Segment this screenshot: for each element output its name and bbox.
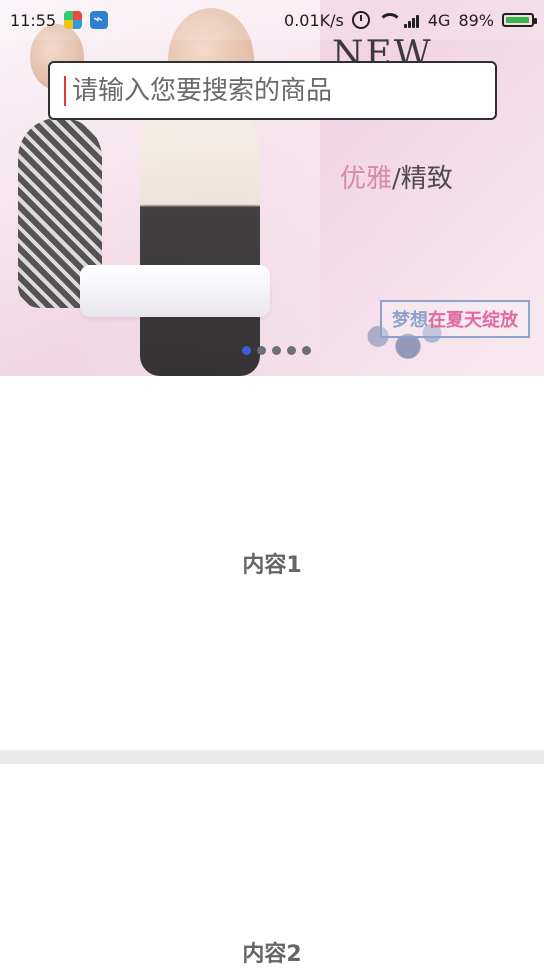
banner-table: [80, 265, 270, 317]
content-section-2[interactable]: 内容2: [0, 764, 544, 967]
notification-app-icon: [64, 11, 83, 29]
wifi-icon: [377, 13, 402, 27]
network-type: 4G: [427, 10, 451, 30]
banner-promo-part-2: 在夏天绽放: [428, 310, 518, 331]
battery-icon: [502, 13, 537, 27]
network-speed: 0.01K/s: [284, 10, 344, 30]
text-cursor: [64, 75, 66, 106]
banner-refined-word: 精致: [400, 164, 453, 194]
cellular-signal-icon: [403, 12, 420, 28]
battery-fill: [506, 17, 529, 23]
status-left: 11:55: [10, 9, 109, 30]
carousel-dot-5[interactable]: [302, 346, 311, 355]
search-input[interactable]: [69, 74, 495, 107]
banner-carousel[interactable]: NEW 优雅/精致 梦想在夏天绽放: [0, 0, 544, 376]
content-title-2: 内容2: [242, 942, 302, 967]
banner-elegance-line: 优雅/精致: [340, 158, 453, 195]
content-section-1[interactable]: 内容1: [0, 376, 544, 750]
carousel-indicator: [242, 346, 311, 355]
content-title-1: 内容1: [242, 553, 302, 578]
carousel-dot-4[interactable]: [287, 346, 296, 355]
search-box[interactable]: [48, 61, 497, 120]
banner-promo-tag: 梦想在夏天绽放: [380, 300, 530, 338]
status-bar: 11:55 0.01K/s 4G 89%: [0, 0, 544, 40]
status-time: 11:55: [10, 10, 57, 30]
carousel-dot-2[interactable]: [257, 346, 266, 355]
battery-percent: 89%: [458, 10, 494, 30]
alarm-icon: [351, 11, 370, 29]
banner-separator: /: [392, 164, 401, 194]
banner-promo-part-1: 梦想: [392, 310, 428, 331]
model-dress-right: [140, 90, 260, 376]
status-right: 0.01K/s 4G 89%: [284, 10, 537, 30]
banner-elegance-word: 优雅: [340, 164, 393, 194]
carousel-dot-1[interactable]: [242, 346, 251, 355]
usb-icon: [90, 9, 109, 29]
carousel-dot-3[interactable]: [272, 346, 281, 355]
section-divider: [0, 750, 544, 764]
